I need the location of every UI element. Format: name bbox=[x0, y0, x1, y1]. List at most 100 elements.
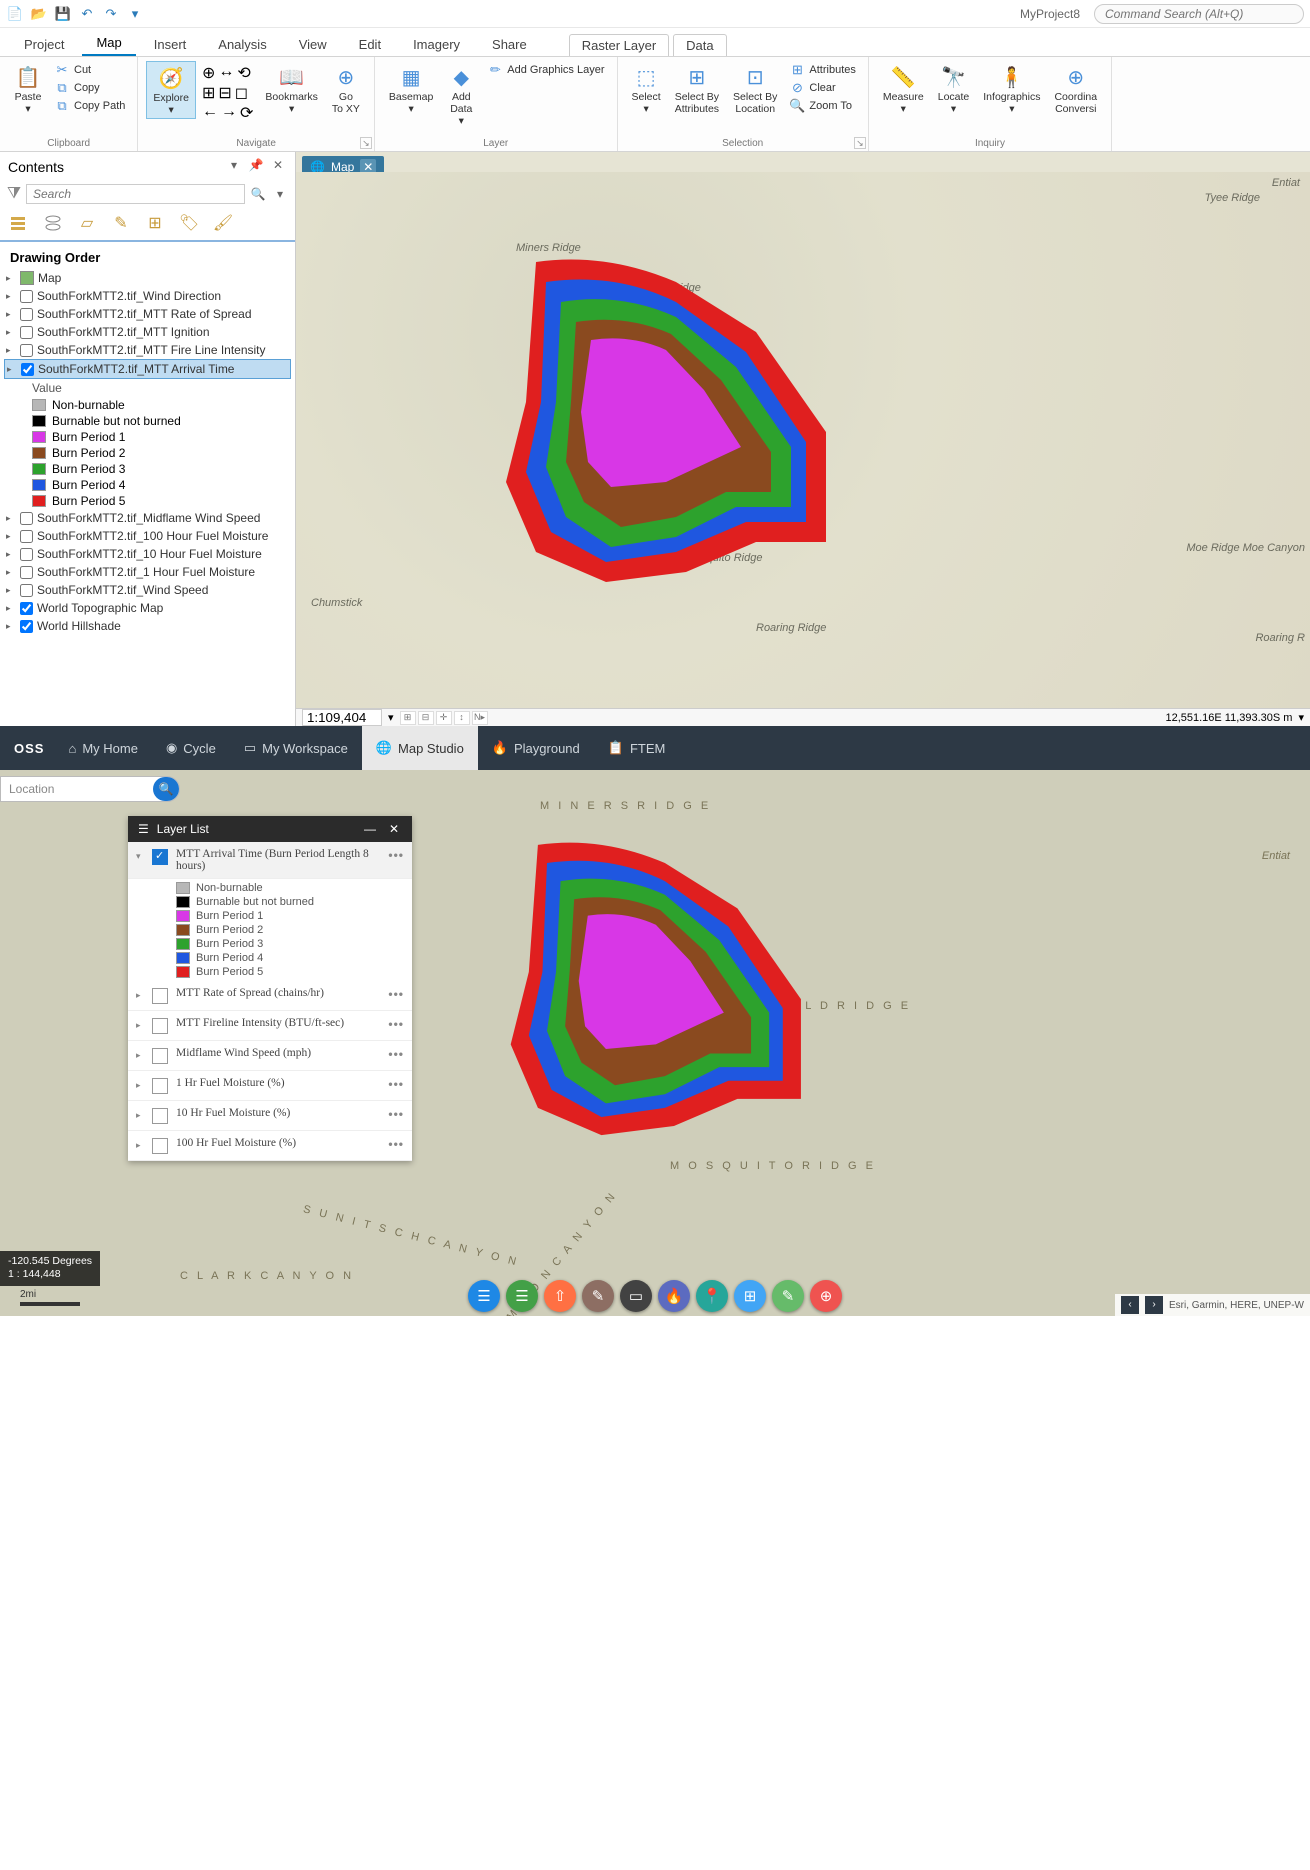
layer-checkbox[interactable] bbox=[20, 566, 33, 579]
contents-pin-icon[interactable]: 📌 bbox=[247, 158, 265, 176]
tab-analysis[interactable]: Analysis bbox=[204, 33, 280, 56]
nav-ftem[interactable]: 📋 FTEM bbox=[594, 726, 680, 770]
close-icon[interactable]: ✕ bbox=[386, 822, 402, 836]
layer-node[interactable]: ▸SouthForkMTT2.tif_MTT Rate of Spread bbox=[4, 305, 291, 323]
layer-checkbox[interactable] bbox=[152, 849, 168, 865]
nav-small-icon[interactable]: ⊟ bbox=[218, 83, 231, 103]
more-icon[interactable]: ••• bbox=[388, 1107, 404, 1121]
explore-button[interactable]: 🧭Explore▾ bbox=[146, 61, 196, 119]
layer-node[interactable]: ▸SouthForkMTT2.tif_MTT Arrival Time bbox=[4, 359, 291, 379]
nav-small-icon[interactable]: ⟳ bbox=[240, 103, 253, 123]
status-tool-icon[interactable]: ⊟ bbox=[418, 711, 434, 725]
paste-button[interactable]: 📋Paste▾ bbox=[8, 61, 48, 117]
redo-icon[interactable]: ↷ bbox=[102, 5, 120, 23]
clear-button[interactable]: ⊘Clear bbox=[785, 79, 859, 97]
tab-share[interactable]: Share bbox=[478, 33, 541, 56]
layer-node[interactable]: ▸World Hillshade bbox=[4, 617, 291, 635]
contents-menu-icon[interactable]: ▾ bbox=[225, 158, 243, 176]
search-icon[interactable]: 🔍 bbox=[249, 187, 267, 201]
layer-node[interactable]: ▸SouthForkMTT2.tif_Wind Speed bbox=[4, 581, 291, 599]
layer-list-item[interactable]: ▸1 Hr Fuel Moisture (%)••• bbox=[128, 1071, 412, 1101]
layer-list-item[interactable]: ▸10 Hr Fuel Moisture (%)••• bbox=[128, 1101, 412, 1131]
status-tool-icon[interactable]: N▸ bbox=[472, 711, 488, 725]
infographics-button[interactable]: 🧍Infographics▾ bbox=[977, 61, 1046, 117]
layer-checkbox[interactable] bbox=[20, 548, 33, 561]
nav-small-icon[interactable]: ⊞ bbox=[202, 83, 215, 103]
list-by-labeling-icon[interactable]: 🏷 bbox=[178, 212, 200, 234]
selection-launcher[interactable]: ↘ bbox=[854, 137, 866, 149]
layer-checkbox[interactable] bbox=[20, 584, 33, 597]
layer-checkbox[interactable] bbox=[152, 1138, 168, 1154]
map-view[interactable]: 🌐 Map✕ Miners Ridge Hornet Ridge Gold Ri… bbox=[296, 152, 1310, 726]
map-tool-button[interactable]: ⇧ bbox=[544, 1280, 576, 1312]
map-tool-button[interactable]: 📍 bbox=[696, 1280, 728, 1312]
select-by-attributes-button[interactable]: ⊞Select By Attributes bbox=[669, 61, 725, 117]
layer-node[interactable]: ▸SouthForkMTT2.tif_1 Hour Fuel Moisture bbox=[4, 563, 291, 581]
coord-conversion-button[interactable]: ⊕Coordina Conversi bbox=[1048, 61, 1103, 117]
layer-checkbox[interactable] bbox=[20, 512, 33, 525]
tab-imagery[interactable]: Imagery bbox=[399, 33, 474, 56]
more-icon[interactable]: ••• bbox=[388, 1137, 404, 1151]
qat-dropdown-icon[interactable]: ▾ bbox=[126, 5, 144, 23]
layer-checkbox[interactable] bbox=[20, 308, 33, 321]
layer-checkbox[interactable] bbox=[21, 363, 34, 376]
map-tool-button[interactable]: ▭ bbox=[620, 1280, 652, 1312]
select-button[interactable]: ⬚Select▾ bbox=[626, 61, 667, 117]
list-by-perception-icon[interactable]: 🖌 bbox=[212, 212, 234, 234]
coord-dropdown-icon[interactable]: ▾ bbox=[1298, 711, 1304, 724]
map-studio-view[interactable]: M I N E R S R I D G E G O L D R I D G E … bbox=[0, 770, 1310, 1316]
zoom-to-button[interactable]: 🔍Zoom To bbox=[785, 97, 859, 115]
layer-list-item[interactable]: ▸100 Hr Fuel Moisture (%)••• bbox=[128, 1131, 412, 1161]
map-tool-button[interactable]: ✎ bbox=[582, 1280, 614, 1312]
layer-checkbox[interactable] bbox=[20, 530, 33, 543]
nav-workspace[interactable]: ▭ My Workspace bbox=[230, 726, 362, 770]
undo-icon[interactable]: ↶ bbox=[78, 5, 96, 23]
more-icon[interactable]: ••• bbox=[388, 1077, 404, 1091]
measure-button[interactable]: 📏Measure▾ bbox=[877, 61, 930, 117]
status-tool-icon[interactable]: ↕ bbox=[454, 711, 470, 725]
layer-node[interactable]: ▸World Topographic Map bbox=[4, 599, 291, 617]
layer-checkbox[interactable] bbox=[152, 1048, 168, 1064]
save-icon[interactable]: 💾 bbox=[54, 5, 72, 23]
layer-checkbox[interactable] bbox=[152, 1108, 168, 1124]
new-icon[interactable]: 📄 bbox=[6, 5, 24, 23]
search-icon[interactable]: 🔍 bbox=[153, 777, 179, 801]
map-tool-button[interactable]: 🔥 bbox=[658, 1280, 690, 1312]
nav-home[interactable]: ⌂ My Home bbox=[54, 726, 151, 770]
status-tool-icon[interactable]: ⊞ bbox=[400, 711, 416, 725]
locate-button[interactable]: 🔭Locate▾ bbox=[932, 61, 976, 117]
layer-checkbox[interactable] bbox=[152, 988, 168, 1004]
layer-checkbox[interactable] bbox=[152, 1078, 168, 1094]
layer-list-item[interactable]: ▸MTT Rate of Spread (chains/hr)••• bbox=[128, 981, 412, 1011]
bookmarks-button[interactable]: 📖Bookmarks▾ bbox=[259, 61, 324, 117]
status-tool-icon[interactable]: ✛ bbox=[436, 711, 452, 725]
prev-icon[interactable]: ‹ bbox=[1121, 1296, 1139, 1314]
nav-small-icon[interactable]: ⟲ bbox=[237, 63, 250, 83]
nav-small-icon[interactable]: ← bbox=[202, 103, 218, 123]
more-icon[interactable]: ••• bbox=[388, 848, 404, 862]
more-icon[interactable]: ••• bbox=[388, 987, 404, 1001]
cut-button[interactable]: ✂Cut bbox=[50, 61, 129, 79]
list-by-drawing-icon[interactable] bbox=[8, 212, 30, 234]
map-tool-button[interactable]: ☰ bbox=[506, 1280, 538, 1312]
nav-small-icon[interactable]: ◻ bbox=[235, 83, 248, 103]
minimize-icon[interactable]: — bbox=[362, 822, 378, 836]
filter-icon[interactable]: ⧩ bbox=[6, 185, 22, 203]
tab-map[interactable]: Map bbox=[82, 31, 135, 56]
layer-node[interactable]: ▸SouthForkMTT2.tif_MTT Ignition bbox=[4, 323, 291, 341]
tab-data[interactable]: Data bbox=[673, 34, 726, 56]
contents-close-icon[interactable]: ✕ bbox=[269, 158, 287, 176]
layer-list-item[interactable]: ▸Midflame Wind Speed (mph)••• bbox=[128, 1041, 412, 1071]
add-data-button[interactable]: ◆Add Data▾ bbox=[441, 61, 481, 129]
list-by-editing-icon[interactable]: ✎ bbox=[110, 212, 132, 234]
more-icon[interactable]: ••• bbox=[388, 1047, 404, 1061]
nav-playground[interactable]: 🔥 Playground bbox=[478, 726, 594, 770]
search-dropdown-icon[interactable]: ▾ bbox=[271, 187, 289, 201]
list-by-selection-icon[interactable]: ▱ bbox=[76, 212, 98, 234]
go-to-xy-button[interactable]: ⊕Go To XY bbox=[326, 61, 366, 117]
nav-map-studio[interactable]: 🌐 Map Studio bbox=[362, 726, 478, 770]
tab-raster-layer[interactable]: Raster Layer bbox=[569, 34, 669, 56]
select-by-location-button[interactable]: ⊡Select By Location bbox=[727, 61, 783, 117]
layer-node[interactable]: ▸SouthForkMTT2.tif_Midflame Wind Speed bbox=[4, 509, 291, 527]
layer-checkbox[interactable] bbox=[20, 620, 33, 633]
